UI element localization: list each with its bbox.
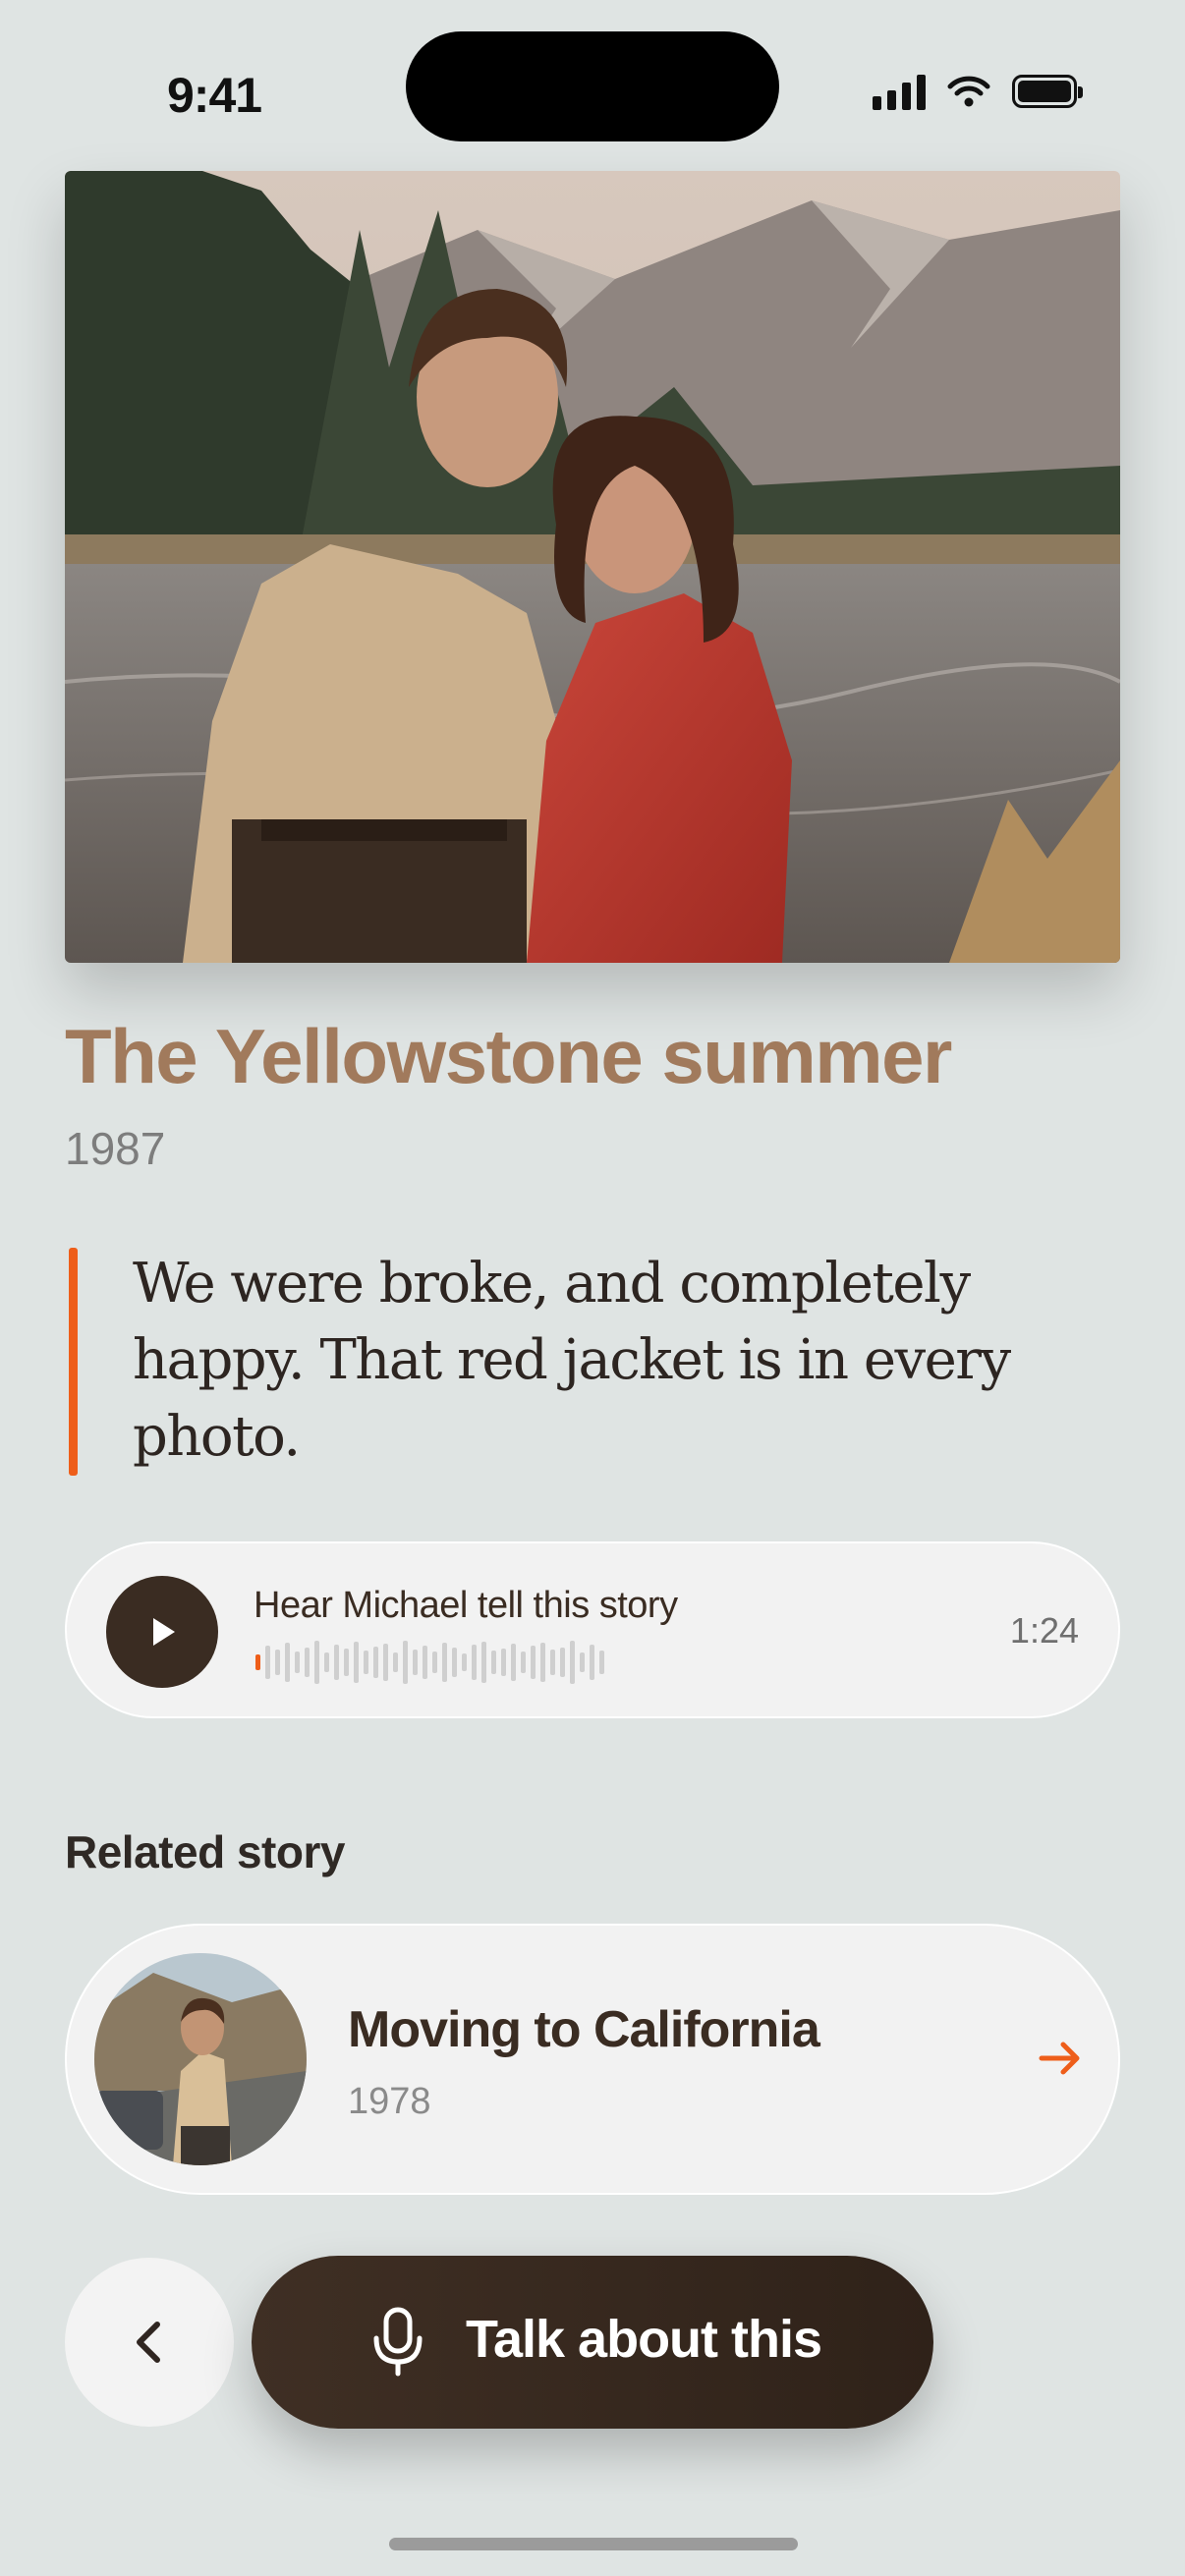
- memory-photo: [65, 171, 1120, 963]
- related-story-card[interactable]: Moving to California 1978: [65, 1924, 1120, 2195]
- related-story-title: Moving to California: [348, 2001, 820, 2058]
- talk-about-this-button[interactable]: Talk about this: [252, 2256, 933, 2429]
- status-bar: 9:41: [0, 0, 1185, 187]
- signal-icon: [873, 73, 926, 110]
- back-button[interactable]: [65, 2258, 234, 2427]
- home-indicator[interactable]: [389, 2538, 798, 2550]
- memory-quote: We were broke, and completely happy. Tha…: [133, 1252, 1011, 1469]
- related-story-thumbnail: [94, 1953, 307, 2165]
- audio-player[interactable]: Hear Michael tell this story 1:24: [65, 1541, 1120, 1718]
- audio-label: Hear Michael tell this story: [254, 1585, 678, 1626]
- memory-title: The Yellowstone summer: [65, 1013, 952, 1099]
- related-heading: Related story: [65, 1826, 345, 1877]
- play-icon[interactable]: [106, 1576, 218, 1688]
- chevron-left-icon: [137, 2322, 160, 2363]
- quote-accent-bar: [69, 1248, 78, 1476]
- microphone-icon: [373, 2307, 423, 2377]
- wifi-icon: [947, 76, 990, 107]
- status-time: 9:41: [167, 68, 262, 123]
- arrow-right-icon: [1039, 2042, 1080, 2075]
- status-icons: [873, 73, 1083, 110]
- memory-year: 1987: [65, 1123, 166, 1174]
- talk-button-label: Talk about this: [466, 2310, 822, 2369]
- battery-icon: [1012, 75, 1083, 108]
- dynamic-island: [406, 31, 779, 141]
- related-story-year: 1978: [348, 2081, 431, 2122]
- audio-duration: 1:24: [1009, 1610, 1079, 1651]
- audio-waveform[interactable]: [255, 1640, 604, 1685]
